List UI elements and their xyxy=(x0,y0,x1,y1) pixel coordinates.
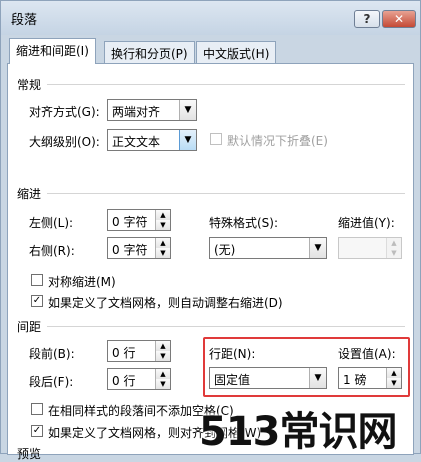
indent-right-label: 右侧(R): xyxy=(29,244,75,258)
section-divider xyxy=(47,193,405,194)
alignment-value: 两端对齐 xyxy=(112,105,161,119)
spin-down-icon[interactable]: ▼ xyxy=(156,220,170,230)
chevron-down-icon[interactable]: ▼ xyxy=(179,130,196,150)
indent-right-spinner[interactable]: 0 字符 ▲ ▼ xyxy=(107,237,171,259)
tab-asian-typography[interactable]: 中文版式(H) xyxy=(196,41,277,63)
checkmark-icon: ✓ xyxy=(32,295,42,306)
outline-level-select[interactable]: 正文文本 ▼ xyxy=(107,129,197,151)
special-indent-label: 特殊格式(S): xyxy=(209,216,279,230)
section-divider xyxy=(47,84,405,85)
outline-level-value: 正文文本 xyxy=(112,135,161,149)
alignment-label: 对齐方式(G): xyxy=(29,105,100,119)
collapse-checkbox[interactable] xyxy=(210,133,222,145)
spacing-before-spinner[interactable]: 0 行 ▲ ▼ xyxy=(107,340,171,362)
checkmark-icon: ✓ xyxy=(32,425,42,436)
spacing-after-spinner[interactable]: 0 行 ▲ ▼ xyxy=(107,368,171,390)
tab-line-page-breaks[interactable]: 换行和分页(P) xyxy=(104,41,195,63)
no-space-same-style-checkbox[interactable] xyxy=(31,403,43,415)
special-indent-select[interactable]: (无) ▼ xyxy=(209,237,327,259)
chevron-down-icon[interactable]: ▼ xyxy=(179,100,196,120)
indent-left-spinner[interactable]: 0 字符 ▲ ▼ xyxy=(107,209,171,231)
alignment-select[interactable]: 两端对齐 ▼ xyxy=(107,99,197,121)
section-general-title: 常规 xyxy=(17,78,42,92)
outline-level-label: 大纲级别(O): xyxy=(29,135,100,149)
chevron-down-icon[interactable]: ▼ xyxy=(309,238,326,258)
title-bar[interactable]: 段落 ? ✕ xyxy=(1,1,420,35)
section-indent-title: 缩进 xyxy=(17,187,42,201)
section-spacing-title: 间距 xyxy=(17,320,42,334)
collapse-label: 默认情况下折叠(E) xyxy=(227,134,328,148)
indent-by-label: 缩进值(Y): xyxy=(338,216,395,230)
auto-adjust-indent-checkbox[interactable]: ✓ xyxy=(31,295,43,307)
special-indent-value: (无) xyxy=(214,243,236,257)
spin-down-icon[interactable]: ▼ xyxy=(156,379,170,389)
close-button[interactable]: ✕ xyxy=(382,10,416,28)
spin-down-icon[interactable]: ▼ xyxy=(156,351,170,361)
watermark-text: 513常识网 xyxy=(199,409,397,455)
spacing-after-label: 段后(F): xyxy=(29,375,74,389)
highlight-box xyxy=(203,337,410,397)
auto-adjust-indent-label: 如果定义了文档网格，则自动调整右缩进(D) xyxy=(48,296,283,310)
spacing-before-label: 段前(B): xyxy=(29,347,75,361)
spin-down-icon[interactable]: ▼ xyxy=(387,248,401,258)
paragraph-dialog: 段落 ? ✕ 缩进和间距(I) 换行和分页(P) 中文版式(H) 常规 对齐方式… xyxy=(0,0,421,461)
snap-to-grid-checkbox[interactable]: ✓ xyxy=(31,425,43,437)
spin-down-icon[interactable]: ▼ xyxy=(156,248,170,258)
indent-right-value: 0 字符 xyxy=(112,243,148,257)
help-button[interactable]: ? xyxy=(354,10,380,28)
tab-indents-spacing[interactable]: 缩进和间距(I) xyxy=(9,38,96,64)
mirror-indent-label: 对称缩进(M) xyxy=(48,275,116,289)
indent-left-label: 左侧(L): xyxy=(29,216,74,230)
spacing-after-value: 0 行 xyxy=(112,374,136,388)
spacing-before-value: 0 行 xyxy=(112,346,136,360)
section-divider xyxy=(47,326,405,327)
mirror-indent-checkbox[interactable] xyxy=(31,274,43,286)
indent-left-value: 0 字符 xyxy=(112,215,148,229)
dialog-title: 段落 xyxy=(11,13,38,28)
indent-by-spinner[interactable]: ▲ ▼ xyxy=(338,237,402,259)
